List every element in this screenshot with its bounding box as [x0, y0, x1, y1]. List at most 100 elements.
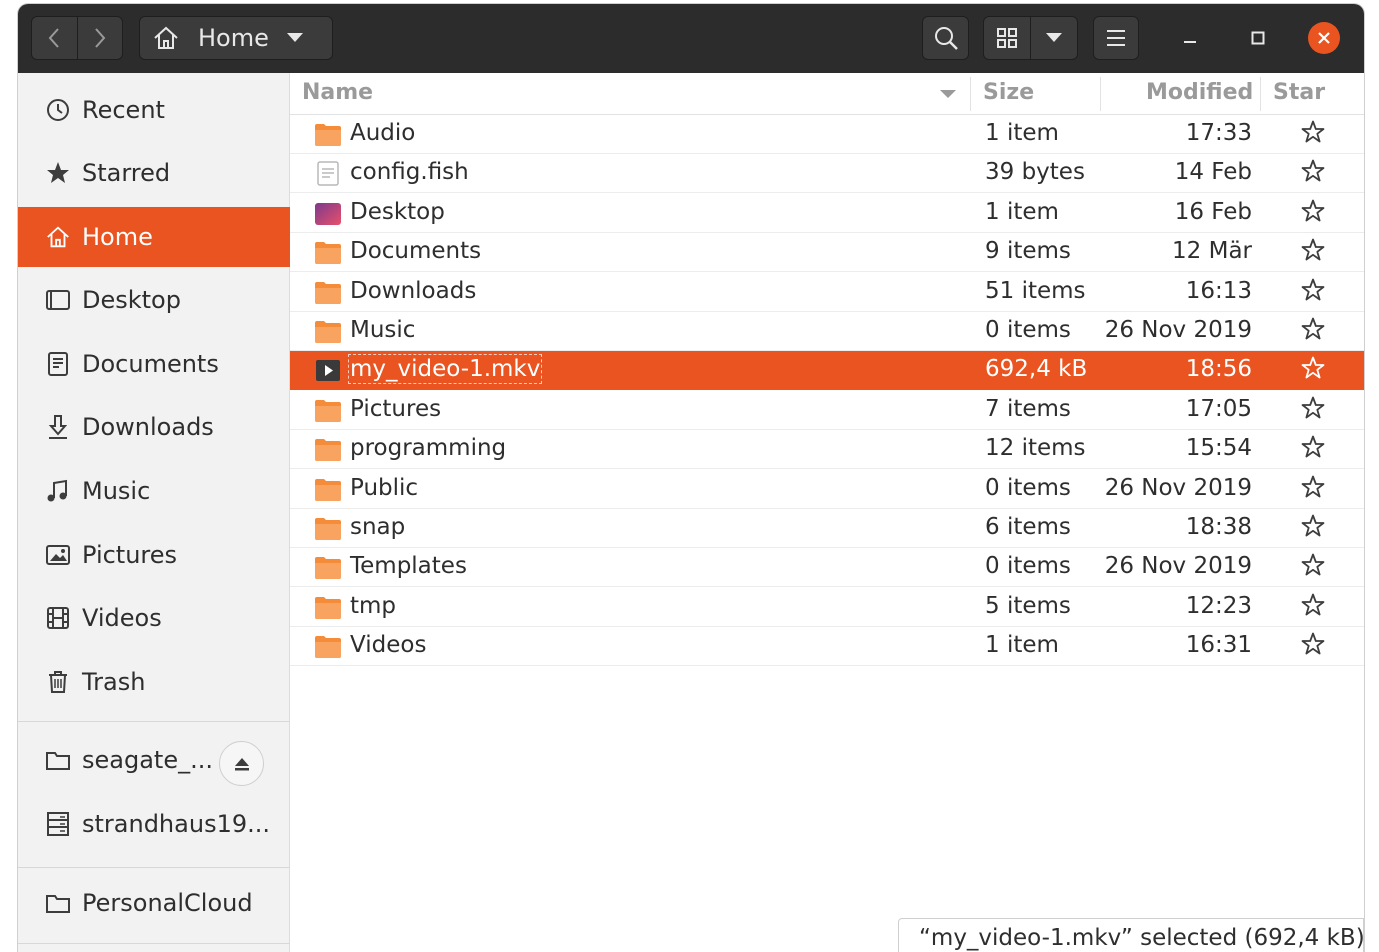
sidebar-item-home[interactable]: Home [18, 207, 290, 267]
folder-icon [315, 439, 341, 462]
file-row[interactable]: Documents 9 items 12 Mär [290, 233, 1364, 273]
star-outline-icon[interactable] [1300, 316, 1326, 342]
sidebar-item-label: Music [82, 477, 151, 505]
sidebar-item-videos[interactable]: Videos [18, 588, 290, 648]
file-modified: 14 Feb [1174, 159, 1252, 186]
sidebar-item-desktop[interactable]: Desktop [18, 270, 290, 330]
video-file-icon [316, 360, 340, 382]
header-bar: Home [18, 4, 1364, 73]
file-name: Public [350, 474, 419, 501]
file-row[interactable]: Pictures 7 items 17:05 [290, 391, 1364, 430]
eject-button[interactable] [219, 741, 264, 786]
sidebar-bookmark-personalcloud[interactable]: PersonalCloud [18, 873, 290, 933]
column-header-modified[interactable]: Modified [1146, 80, 1253, 105]
search-icon [934, 27, 958, 50]
sidebar-item-trash[interactable]: Trash [18, 652, 290, 712]
file-list: Name Size Modified Star Audio 1 item 17:33… [290, 73, 1364, 952]
back-button[interactable] [32, 17, 77, 59]
folder-icon [315, 636, 341, 659]
sidebar-item-starred[interactable]: Starred [18, 143, 290, 203]
file-row[interactable]: my_video-1.mkv 692,4 kB 18:56 [290, 351, 1364, 391]
column-divider [970, 77, 971, 111]
sort-descending-icon[interactable] [940, 90, 956, 100]
star-outline-icon[interactable] [1300, 434, 1326, 460]
home-icon [154, 26, 178, 49]
file-name: Pictures [350, 395, 442, 422]
sidebar-item-pictures[interactable]: Pictures [18, 525, 290, 585]
home-icon [47, 226, 69, 248]
file-name: Audio [350, 120, 416, 146]
column-header-name[interactable]: Name [302, 80, 373, 105]
file-row[interactable]: tmp 5 items 12:23 [290, 588, 1364, 627]
forward-button[interactable] [76, 17, 123, 59]
desktop-folder-icon [315, 202, 341, 225]
star-outline-icon[interactable] [1300, 277, 1326, 303]
server-icon [47, 812, 69, 836]
maximize-button[interactable] [1242, 22, 1274, 54]
sidebar: Recent Starred Home Desktop Documents Do… [18, 73, 290, 952]
star-outline-icon[interactable] [1300, 198, 1326, 224]
star-outline-icon[interactable] [1300, 474, 1326, 500]
file-row[interactable]: Downloads 51 items 16:13 [290, 273, 1364, 312]
close-button[interactable] [1308, 22, 1340, 54]
file-modified: 26 Nov 2019 [1104, 474, 1252, 501]
file-modified: 26 Nov 2019 [1104, 553, 1252, 580]
file-row[interactable]: Public 0 items 26 Nov 2019 [290, 470, 1364, 509]
column-header-star[interactable]: Star [1273, 80, 1325, 105]
file-size: 0 items [985, 474, 1071, 501]
music-icon [47, 479, 67, 502]
file-modified: 17:05 [1185, 395, 1252, 422]
file-row[interactable]: programming 12 items 15:54 [290, 430, 1364, 470]
star-outline-icon[interactable] [1300, 119, 1326, 145]
document-icon [48, 352, 68, 376]
column-divider [1100, 77, 1101, 111]
sidebar-item-documents[interactable]: Documents [18, 334, 290, 394]
file-size: 5 items [985, 592, 1071, 619]
minimize-button[interactable] [1174, 22, 1206, 54]
file-modified: 15:54 [1185, 435, 1252, 462]
grid-view-button[interactable] [984, 17, 1030, 59]
sidebar-item-downloads[interactable]: Downloads [18, 397, 290, 457]
star-outline-icon[interactable] [1300, 631, 1326, 657]
star-outline-icon[interactable] [1300, 513, 1326, 539]
search-button[interactable] [922, 16, 969, 60]
folder-icon [315, 518, 341, 540]
sidebar-item-music[interactable]: Music [18, 461, 290, 521]
star-outline-icon[interactable] [1300, 355, 1326, 381]
path-bar-home-button[interactable]: Home [139, 16, 333, 60]
star-outline-icon[interactable] [1300, 237, 1326, 263]
star-outline-icon[interactable] [1300, 158, 1326, 184]
folder-icon [315, 321, 341, 343]
sidebar-item-label: Starred [82, 159, 171, 187]
main-menu-button[interactable] [1093, 16, 1139, 60]
star-outline-icon[interactable] [1300, 395, 1326, 421]
file-size: 1 item [985, 632, 1059, 659]
sidebar-item-recent[interactable]: Recent [18, 80, 290, 140]
file-modified: 12:23 [1185, 592, 1252, 619]
sidebar-separator [18, 943, 290, 944]
sidebar-device-strandhaus[interactable]: strandhaus19... [18, 794, 290, 854]
drive-icon [46, 895, 70, 913]
file-row[interactable]: snap 6 items 18:38 [290, 509, 1364, 548]
file-name: Templates [350, 553, 467, 580]
file-size: 39 bytes [985, 159, 1085, 186]
file-size: 6 items [985, 514, 1071, 540]
sidebar-item-label: seagate_... [82, 746, 213, 774]
star-outline-icon[interactable] [1300, 552, 1326, 578]
view-menu-button[interactable] [1030, 17, 1077, 59]
file-modified: 26 Nov 2019 [1104, 317, 1252, 343]
eject-icon [234, 757, 249, 770]
file-row[interactable]: Audio 1 item 17:33 [290, 115, 1364, 154]
file-name: snap [350, 514, 406, 540]
file-row[interactable]: config.fish 39 bytes 14 Feb [290, 154, 1364, 194]
path-label: Home [198, 24, 269, 52]
file-name: Videos [350, 632, 427, 659]
file-row[interactable]: Templates 0 items 26 Nov 2019 [290, 548, 1364, 588]
column-header-size[interactable]: Size [983, 80, 1034, 105]
file-name: my_video-1.mkv [347, 354, 543, 385]
sidebar-item-label: Recent [82, 96, 165, 124]
file-row[interactable]: Desktop 1 item 16 Feb [290, 194, 1364, 233]
file-row[interactable]: Music 0 items 26 Nov 2019 [290, 312, 1364, 351]
file-row[interactable]: Videos 1 item 16:31 [290, 627, 1364, 667]
star-outline-icon[interactable] [1300, 592, 1326, 618]
